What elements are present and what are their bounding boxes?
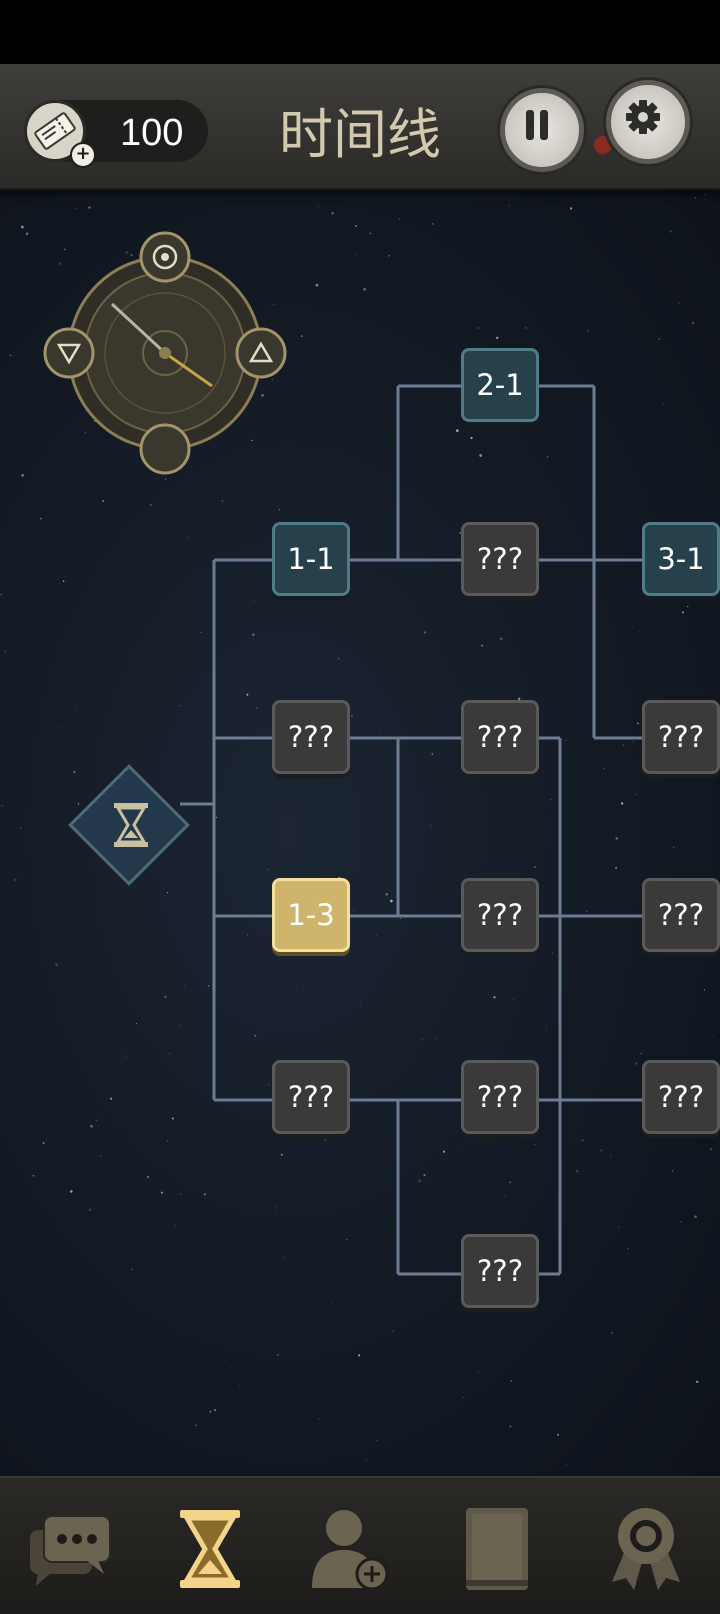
timeline-node-label: 1-1 [287,542,335,576]
status-bar [0,0,720,64]
gear-icon [626,100,660,134]
timeline-node-n-2-1[interactable]: 2-1 [461,348,539,422]
timeline-node-n-1-3[interactable]: 1-3 [272,878,350,952]
compass-bottom-button[interactable] [139,423,191,475]
hourglass-icon [114,803,148,847]
timeline-node-label: ??? [287,1080,335,1114]
timeline-node-n-c2r5[interactable]: ??? [461,1060,539,1134]
timeline-node-label: ??? [476,720,524,754]
timeline-node-n-1-1[interactable]: 1-1 [272,522,350,596]
compass-left-button[interactable] [43,327,95,379]
page-title: 时间线 [279,103,441,166]
nav-chat[interactable] [20,1504,120,1594]
timeline-node-n-c3r4[interactable]: ??? [642,878,720,952]
bottom-navigation [0,1476,720,1614]
timeline-node-label: ??? [476,1080,524,1114]
add-ticket-icon[interactable]: + [70,142,96,168]
compass-right-button[interactable] [235,327,287,379]
settings-button[interactable] [606,80,690,164]
hourglass-icon [180,1510,240,1588]
ticket-count: 100 [120,112,184,154]
nav-timeline[interactable] [160,1504,260,1594]
timeline-node-label: ??? [657,1080,705,1114]
timeline-node-label: 3-1 [657,542,705,576]
timeline-node-n-c2r3[interactable]: ??? [461,700,539,774]
book-icon [466,1508,528,1590]
timeline-node-label: ??? [476,898,524,932]
nav-add-friend[interactable] [300,1504,400,1594]
timeline-node-n-c3r5[interactable]: ??? [642,1060,720,1134]
timeline-node-label: ??? [476,542,524,576]
nav-achievements[interactable] [596,1504,696,1594]
timeline-node-n-c2r4[interactable]: ??? [461,878,539,952]
medal-icon [612,1508,680,1590]
top-bar: + 100 时间线 [0,64,720,190]
timeline-node-label: ??? [476,1254,524,1288]
pause-button[interactable] [500,88,584,172]
nav-journal[interactable] [446,1504,546,1594]
timeline-node-n-c1r5[interactable]: ??? [272,1060,350,1134]
timeline-node-n-c3r3[interactable]: ??? [642,700,720,774]
timeline-node-n-c2r2[interactable]: ??? [461,522,539,596]
timeline-node-label: ??? [287,720,335,754]
timeline-node-label: 1-3 [287,898,335,932]
timeline-node-label: ??? [657,720,705,754]
add-user-icon [312,1510,389,1591]
timeline-map[interactable]: 2-1 1-1??? 3-1????????? 1-3????????????????… [0,188,720,1476]
ticket-counter[interactable]: + 100 [24,100,208,168]
compass-top-button[interactable] [139,231,191,283]
compass-widget[interactable] [40,228,290,478]
chat-icon [30,1515,111,1586]
pause-icon [526,110,548,140]
timeline-node-n-c1r3[interactable]: ??? [272,700,350,774]
timeline-node-n-c2r6[interactable]: ??? [461,1234,539,1308]
timeline-node-label: ??? [657,898,705,932]
timeline-node-n-3-1[interactable]: 3-1 [642,522,720,596]
timeline-node-label: 2-1 [476,368,524,402]
